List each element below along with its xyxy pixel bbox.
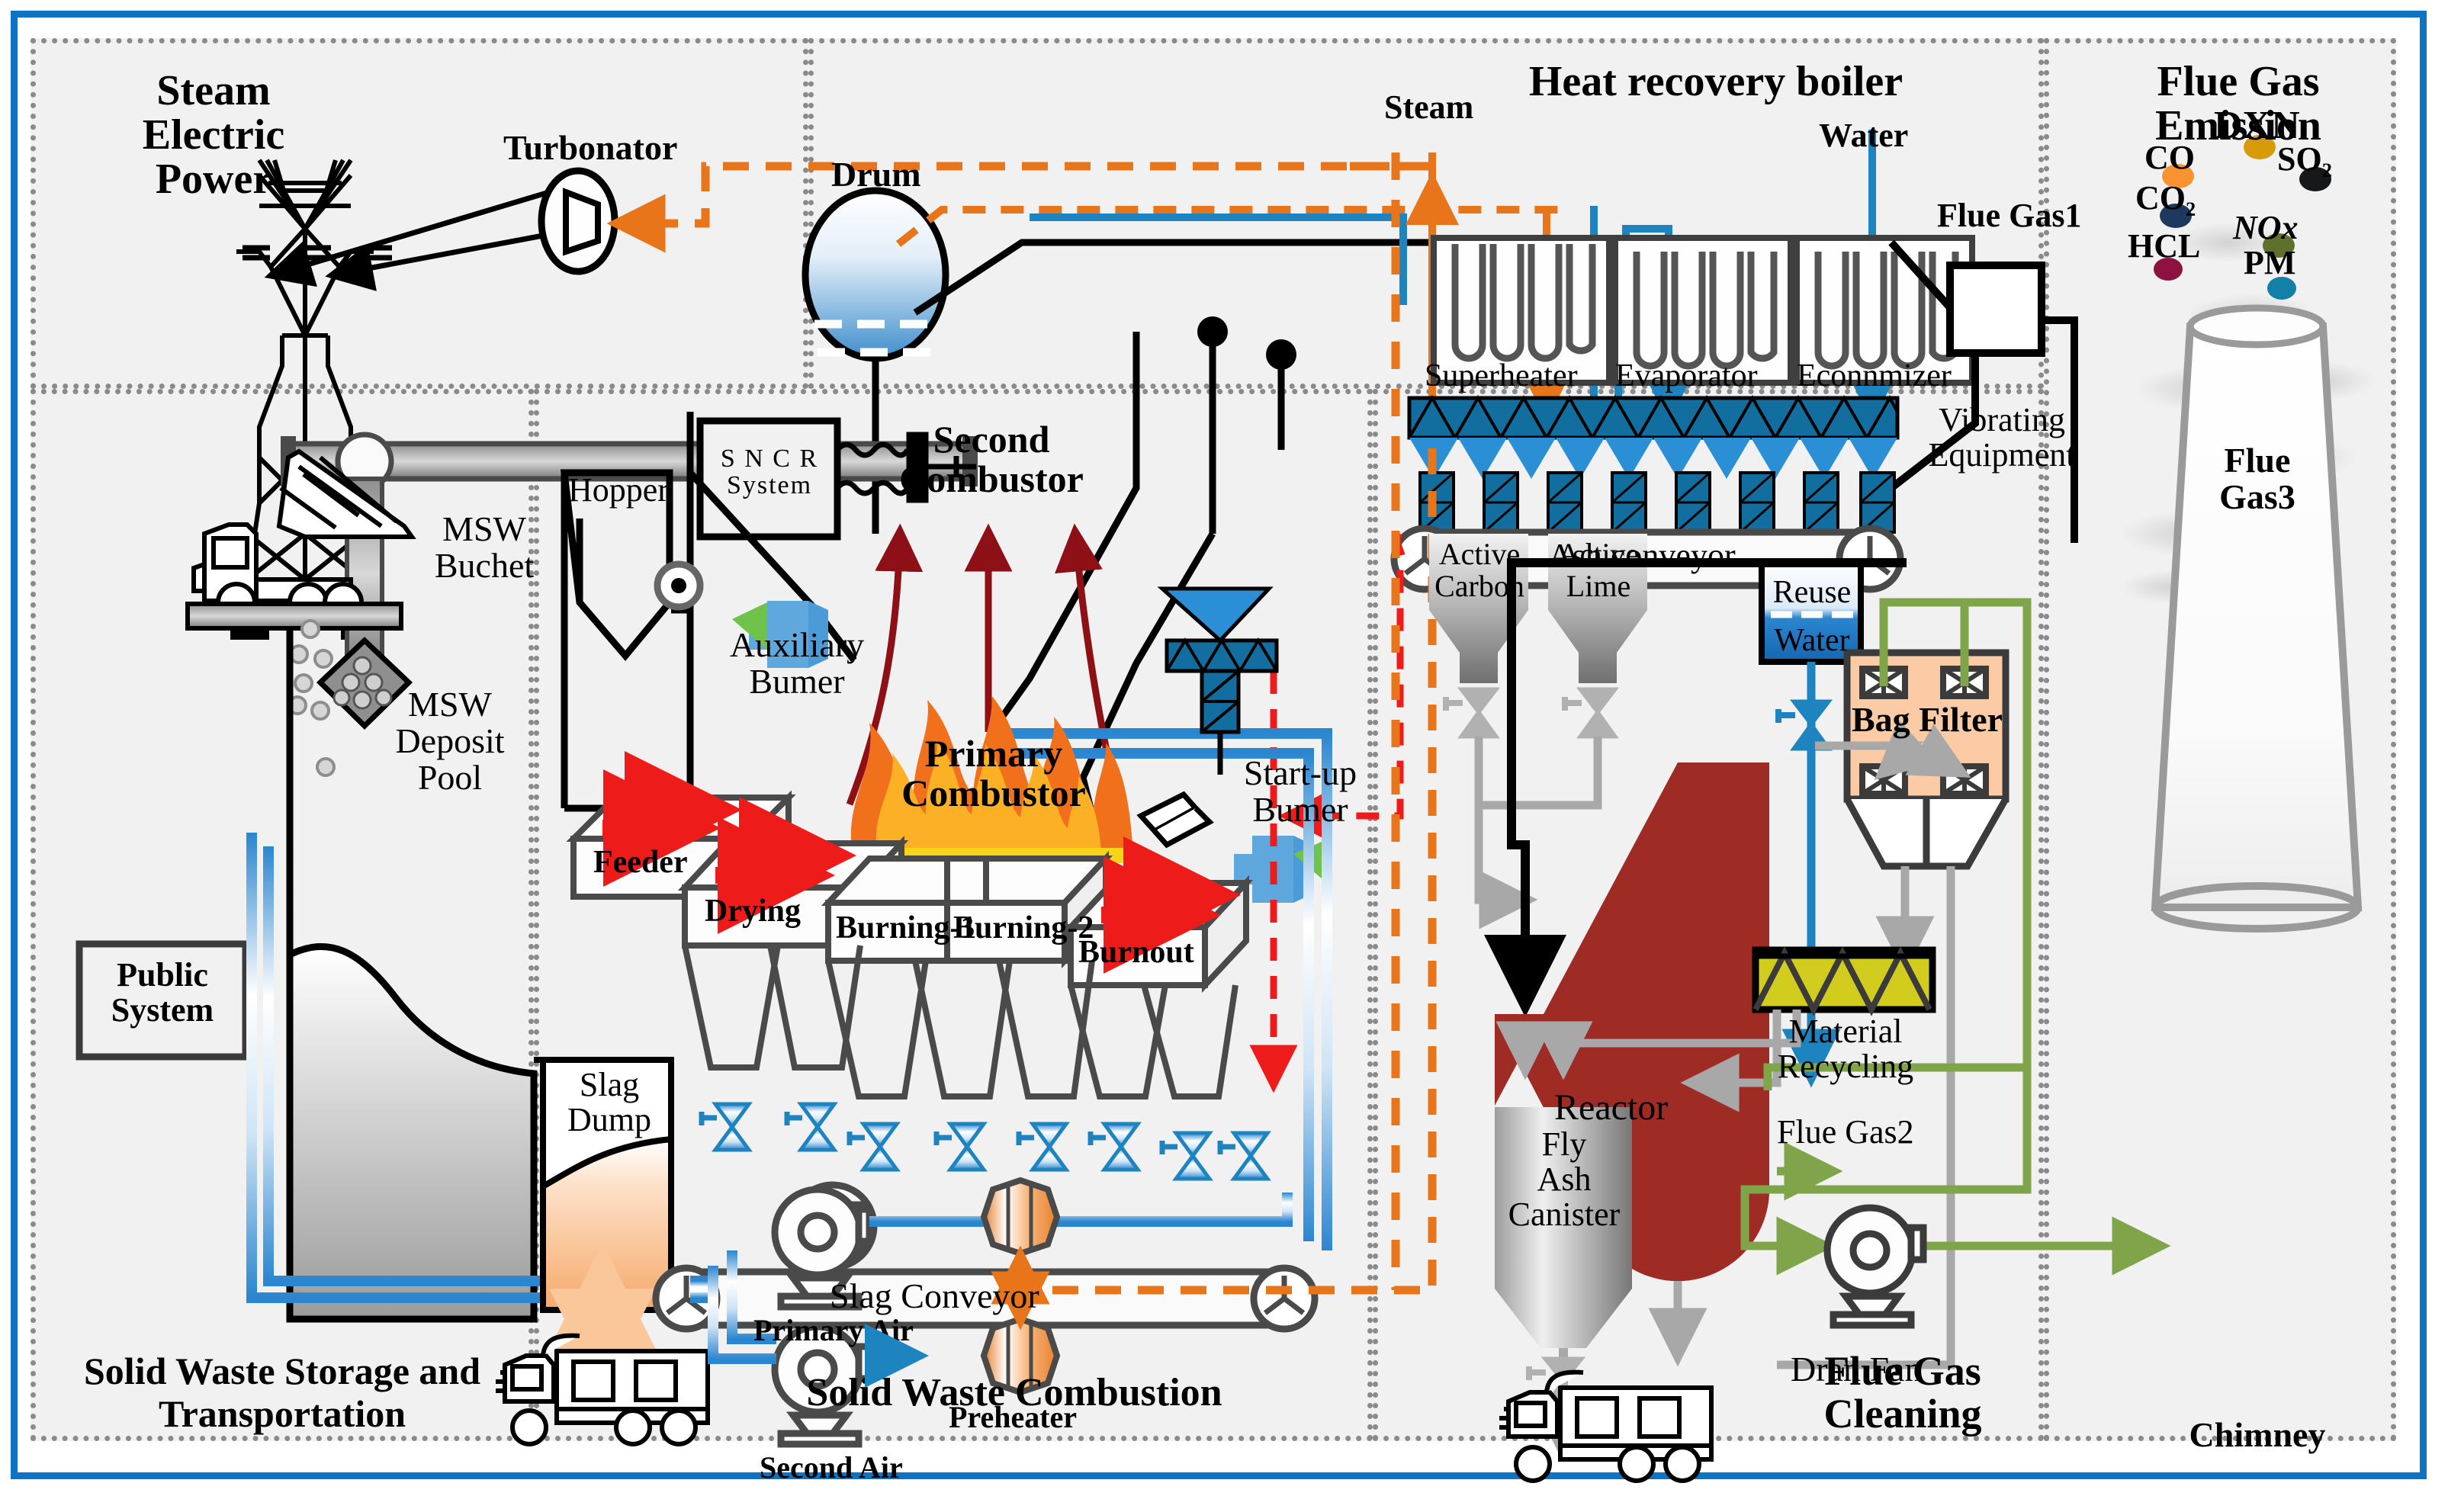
pollutant-label-hcl: HCL	[2128, 227, 2201, 265]
drain-fan-label: Dran Fan	[1791, 1350, 1923, 1388]
drum-water-pipe	[1030, 213, 1407, 305]
boiler-drum-icon	[802, 187, 949, 362]
drum-label: Drum	[831, 155, 921, 194]
flue-gas1-label: Flue Gas1	[1937, 197, 2082, 234]
furnace-ash-chute-icon	[1157, 586, 1279, 734]
pollutant-label-so2: SO₂	[2277, 140, 2332, 178]
power-transmission-arrows	[264, 180, 581, 291]
silo-valves	[1443, 687, 1620, 739]
reuse-water-label: Reuse Water	[1772, 575, 1852, 658]
auxiliary-burner-label: Auxiliary Bumer	[729, 625, 865, 701]
slag-conveyor-label: Slag Conveyor	[830, 1276, 1039, 1315]
turbonator-label: Turbonator	[503, 128, 678, 167]
boiler-water-label: Water	[1819, 117, 1909, 154]
pollutant-label-nox: NOx	[2233, 209, 2299, 246]
falling-waste-particles	[288, 619, 336, 777]
economizer-label: Econnmizer	[1797, 358, 1952, 393]
flue-gas2-label: Flue Gas2	[1777, 1113, 1914, 1151]
msw-buchet-label: MSW Buchet	[434, 509, 535, 585]
sncr-system-label: S N C R System	[720, 445, 819, 500]
preheater-label: Preheater	[949, 1400, 1078, 1434]
burnout-label: Burnout	[1078, 935, 1194, 970]
hopper-label: Hopper	[568, 471, 669, 509]
evaporator-label: Evaporator	[1615, 358, 1758, 393]
burning2-label: Burning-2	[953, 910, 1094, 945]
diagram-root: Steam Electric Power Turbonator Heat rec…	[0, 0, 2448, 1512]
boiler-steam-label: Steam	[1384, 88, 1474, 126]
storage-title: Solid Waste Storage and Transportation	[84, 1350, 480, 1435]
steam-power-title: Steam Electric Power	[142, 67, 285, 204]
public-system-label: Public System	[111, 956, 214, 1029]
second-air-label: Second Air	[760, 1450, 903, 1485]
fly-ash-canister-label: Fly Ash Canister	[1508, 1125, 1621, 1233]
slag-dump-label: Slag Dump	[567, 1066, 651, 1138]
garbage-truck-icon	[496, 1333, 710, 1446]
pollutant-label-co: CO	[2144, 139, 2195, 176]
chimney-label: Chimney	[2189, 1415, 2326, 1454]
pollutant-label-co2: CO₂	[2135, 179, 2196, 217]
active-carbon-label: Active Carbon	[1434, 537, 1524, 603]
primary-air-arrow-icon	[865, 1324, 929, 1388]
boiler-title: Heat recovery boiler	[1528, 58, 1903, 105]
superheater-label: Superheater	[1425, 358, 1578, 393]
grate-diverter-icon	[1136, 791, 1214, 849]
flue-gas-outlet-box	[1946, 262, 2045, 357]
chimney-icon	[2151, 304, 2363, 933]
bag-filter-label: Bag Filter	[1852, 700, 2003, 739]
vibrating-equipment-label: Vibrating Equipment	[1928, 401, 2076, 474]
reactor-label: Reactor	[1554, 1087, 1669, 1128]
ash-truck-icon	[1499, 1369, 1714, 1483]
drain-fan-icon	[1823, 1204, 1927, 1329]
feeder-label: Feeder	[593, 845, 688, 880]
pollutant-label-pm: PM	[2244, 244, 2296, 281]
turbonator-icon	[538, 167, 618, 275]
primary-air-valves	[699, 1102, 1271, 1181]
vibrating-equipment-icon	[1407, 394, 1900, 534]
active-lime-label: Active Lime	[1557, 537, 1640, 603]
material-recycling-icon	[1752, 946, 1936, 1016]
second-combustor-label: Second Combustor	[899, 418, 1084, 500]
msw-deposit-pool-label: MSW Deposit Pool	[395, 685, 505, 797]
instrument-dot-2	[1266, 339, 1296, 370]
bag-filter-icon	[1815, 649, 2009, 870]
silo-feed-lines	[1474, 737, 1602, 929]
unloading-platform	[185, 602, 403, 631]
instrument-dot-1	[1197, 316, 1228, 347]
primary-combustor-label: Primary Combustor	[901, 732, 1086, 814]
startup-burner-label: Start-up Bumer	[1243, 753, 1357, 829]
preheater-upper-icon	[980, 1177, 1061, 1257]
drying-label: Drying	[705, 894, 801, 929]
material-recycling-label: Material Recycling	[1777, 1013, 1914, 1085]
flue-gas3-label: Flue Gas3	[2219, 441, 2295, 516]
